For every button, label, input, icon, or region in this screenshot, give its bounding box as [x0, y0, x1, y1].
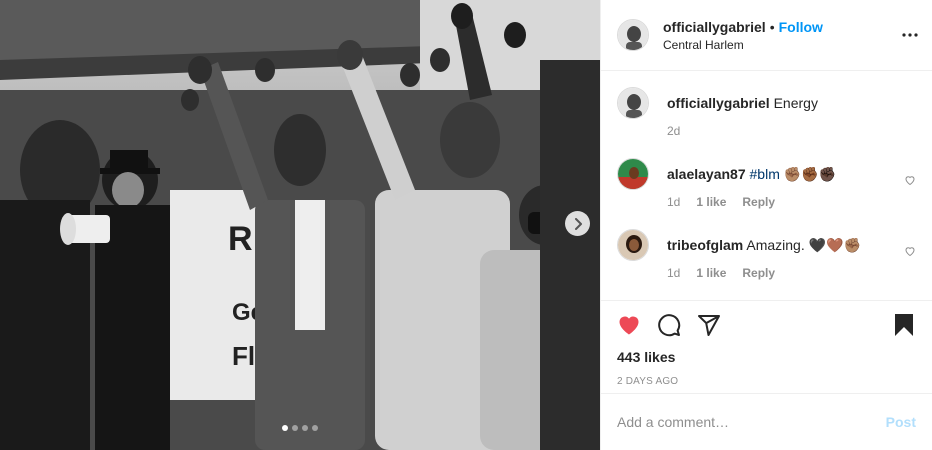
comment-button[interactable]: [657, 313, 681, 340]
post-date[interactable]: 2 DAYS AGO: [617, 376, 916, 387]
like-small-icon: [905, 176, 915, 186]
avatar-image: [618, 159, 648, 189]
comment-line: alaelayan87 #blm ✊🏽✊🏾✊🏿: [667, 165, 836, 183]
comment-icon: [658, 313, 681, 336]
comment-actions: 1d 1 like Reply: [667, 195, 836, 209]
avatar[interactable]: [617, 19, 649, 51]
carousel-dot: [302, 425, 308, 431]
bookmark-icon: [895, 314, 913, 336]
post-side-panel: officiallygabriel • Follow Central Harle…: [600, 0, 932, 450]
post-username[interactable]: officiallygabriel: [663, 19, 766, 35]
heart-icon: [619, 316, 639, 334]
comment-username[interactable]: alaelayan87: [667, 166, 746, 182]
carousel-dot: [292, 425, 298, 431]
reply-button[interactable]: Reply: [742, 266, 775, 280]
chevron-right-icon: [574, 217, 582, 230]
follow-button[interactable]: Follow: [779, 19, 823, 35]
comment-emoji: 🖤🤎✊🏽: [808, 237, 861, 253]
avatar[interactable]: [617, 158, 649, 190]
next-photo-button[interactable]: [565, 211, 590, 236]
instagram-post: R Ge Fl officiallygabriel • Follow Centr…: [0, 0, 932, 450]
post-location[interactable]: Central Harlem: [663, 38, 823, 52]
protest-photo: R Ge Fl: [0, 0, 600, 450]
avatar-image: [618, 230, 648, 260]
comment-time[interactable]: 1d: [667, 195, 680, 209]
like-comment-button[interactable]: [904, 173, 916, 189]
post-comment-button[interactable]: Post: [886, 414, 916, 430]
comment-hashtag[interactable]: #blm: [750, 166, 780, 182]
comment-item: tribeofglam Amazing. 🖤🤎✊🏽 1d 1 like Repl…: [617, 229, 916, 280]
comment-item: alaelayan87 #blm ✊🏽✊🏾✊🏿 1d 1 like Reply: [617, 158, 916, 209]
post-header: officiallygabriel • Follow Central Harle…: [601, 0, 932, 71]
header-meta: officiallygabriel • Follow Central Harle…: [663, 19, 823, 52]
separator-dot: •: [769, 18, 775, 35]
caption-body: Energy: [773, 95, 818, 111]
avatar[interactable]: [617, 229, 649, 261]
post-actions: 443 likes 2 DAYS AGO: [601, 300, 932, 393]
share-button[interactable]: [697, 313, 721, 340]
action-icons: [617, 311, 916, 341]
comment-actions: 1d 1 like Reply: [667, 266, 861, 280]
comment-body: Amazing.: [746, 237, 805, 253]
add-comment-bar: Post: [601, 393, 932, 450]
comment-text: tribeofglam Amazing. 🖤🤎✊🏽 1d 1 like Repl…: [667, 229, 861, 280]
caption: officiallygabriel Energy 2d: [617, 87, 916, 138]
carousel-dot: [312, 425, 318, 431]
like-count[interactable]: 443 likes: [617, 349, 916, 365]
save-button[interactable]: [892, 313, 916, 340]
caption-username[interactable]: officiallygabriel: [667, 95, 770, 111]
svg-text:R: R: [228, 220, 253, 258]
caption-text: officiallygabriel Energy 2d: [667, 87, 818, 138]
comment-like-count[interactable]: 1 like: [696, 266, 726, 280]
like-button[interactable]: [617, 313, 641, 340]
user-line: officiallygabriel • Follow: [663, 19, 823, 35]
comment-text: alaelayan87 #blm ✊🏽✊🏾✊🏿 1d 1 like Reply: [667, 158, 836, 209]
avatar-image: [618, 88, 648, 118]
comment-time[interactable]: 1d: [667, 266, 680, 280]
more-options-button[interactable]: [902, 27, 918, 46]
comment-emoji: ✊🏽✊🏾✊🏿: [783, 166, 837, 182]
comment-line: tribeofglam Amazing. 🖤🤎✊🏽: [667, 236, 861, 254]
more-icon: [902, 33, 918, 37]
post-photo[interactable]: R Ge Fl: [0, 0, 600, 450]
like-small-icon: [905, 247, 915, 257]
share-icon: [698, 314, 720, 336]
like-comment-button[interactable]: [904, 244, 916, 260]
avatar[interactable]: [617, 87, 649, 119]
comment-username[interactable]: tribeofglam: [667, 237, 743, 253]
svg-text:Fl: Fl: [232, 341, 255, 371]
comment-like-count[interactable]: 1 like: [696, 195, 726, 209]
carousel-dots: [0, 425, 600, 431]
reply-button[interactable]: Reply: [742, 195, 775, 209]
caption-time[interactable]: 2d: [667, 124, 818, 138]
comment-input[interactable]: [617, 414, 886, 430]
caption-line: officiallygabriel Energy: [667, 94, 818, 112]
comments-list: officiallygabriel Energy 2d alaelayan87 …: [601, 71, 932, 300]
avatar-image: [618, 20, 648, 50]
carousel-dot: [282, 425, 288, 431]
